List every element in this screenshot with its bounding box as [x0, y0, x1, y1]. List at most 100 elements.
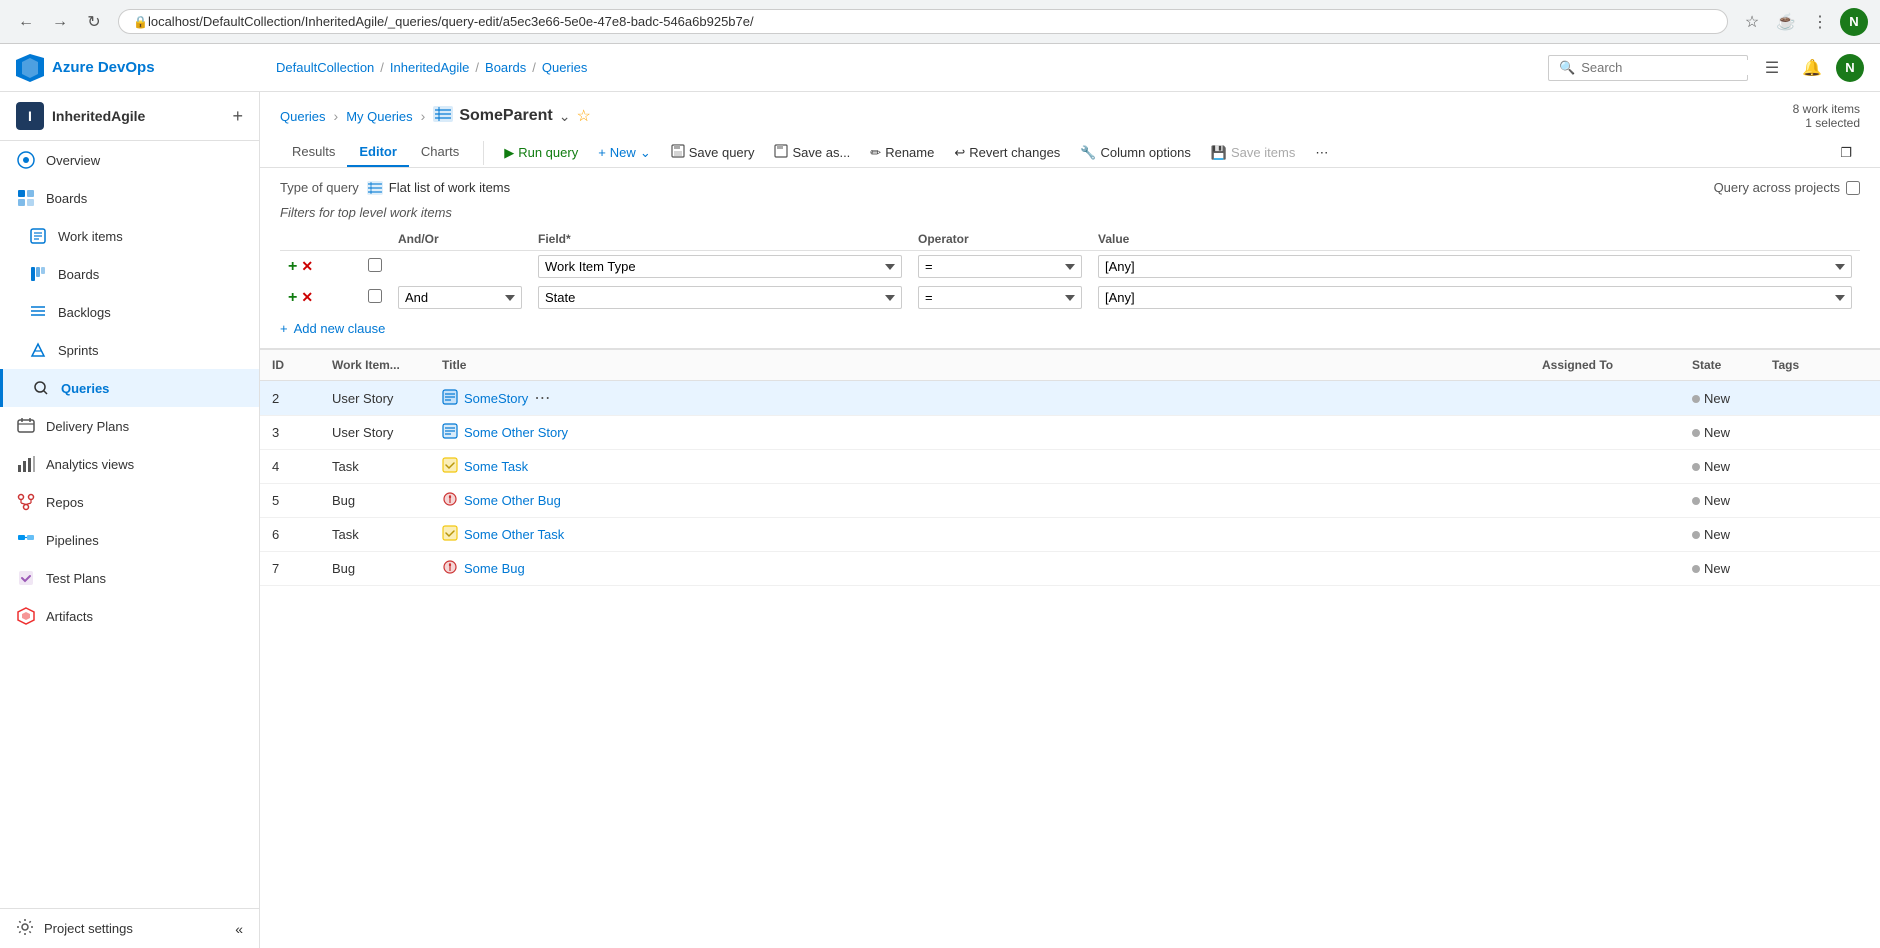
cell-state: New: [1680, 416, 1760, 450]
settings-icon: [16, 918, 34, 939]
table-row[interactable]: 7 Bug Some Bug N: [260, 552, 1880, 586]
wi-title-link[interactable]: Some Bug: [464, 561, 525, 576]
column-options-button[interactable]: 🔧 Column options: [1072, 141, 1199, 165]
table-row[interactable]: 3 User Story Some Other Story: [260, 416, 1880, 450]
sidebar-item-delivery-plans[interactable]: Delivery Plans: [0, 407, 259, 445]
sidebar-item-sprints[interactable]: Sprints: [0, 331, 259, 369]
sprints-icon: [28, 340, 48, 360]
project-initial: I: [28, 108, 32, 124]
sidebar-item-boards[interactable]: Boards: [0, 255, 259, 293]
filter-row1-checkbox[interactable]: [368, 258, 382, 272]
project-name[interactable]: I InheritedAgile: [16, 102, 145, 130]
filter-col-check-header: [360, 228, 390, 251]
filter-row1-field-select[interactable]: Work Item Type State Title Assigned To: [538, 255, 902, 278]
query-bc-queries[interactable]: Queries: [280, 109, 326, 124]
column-options-icon: 🔧: [1080, 145, 1096, 161]
bc-queries[interactable]: Queries: [542, 60, 588, 75]
filter-row2-add-button[interactable]: +: [288, 289, 297, 307]
table-row[interactable]: 5 Bug Some Other Bug: [260, 484, 1880, 518]
filter-row1-operator-select[interactable]: = != In: [918, 255, 1082, 278]
sidebar-item-repos[interactable]: Repos: [0, 483, 259, 521]
wi-task-icon: [442, 457, 458, 476]
sidebar-item-artifacts[interactable]: Artifacts: [0, 597, 259, 635]
bc-default-collection[interactable]: DefaultCollection: [276, 60, 374, 75]
address-bar[interactable]: 🔒 localhost/DefaultCollection/InheritedA…: [118, 9, 1728, 34]
sidebar-item-label-pipelines: Pipelines: [46, 533, 99, 548]
main-content: Queries › My Queries › SomeParent ⌄ ☆: [260, 92, 1880, 948]
sidebar-item-queries[interactable]: Queries: [0, 369, 259, 407]
sidebar-item-boards-section[interactable]: Boards: [0, 179, 259, 217]
tab-editor[interactable]: Editor: [347, 138, 409, 167]
query-header: Queries › My Queries › SomeParent ⌄ ☆: [260, 92, 1880, 168]
query-bc-my-queries[interactable]: My Queries: [346, 109, 412, 124]
settings-nav-button[interactable]: ☰: [1756, 52, 1788, 84]
save-query-button[interactable]: Save query: [663, 140, 763, 165]
query-title-dropdown-button[interactable]: ⌄: [559, 108, 571, 125]
query-across-checkbox[interactable]: [1846, 181, 1860, 195]
cell-title: Some Other Bug: [430, 484, 1530, 518]
top-breadcrumb: DefaultCollection / InheritedAgile / Boa…: [276, 60, 1548, 75]
back-button[interactable]: ←: [12, 8, 40, 36]
search-icon: 🔍: [1559, 60, 1575, 76]
filter-row1-field-cell: Work Item Type State Title Assigned To: [530, 251, 910, 283]
filter-row2-value-select[interactable]: [Any] New Active Closed: [1098, 286, 1852, 309]
row-ellipsis-button[interactable]: ⋯: [534, 388, 550, 408]
notifications-button[interactable]: 🔔: [1796, 52, 1828, 84]
wi-title-link[interactable]: SomeStory: [464, 391, 528, 406]
wi-title-link[interactable]: Some Other Story: [464, 425, 568, 440]
sidebar-item-work-items[interactable]: Work items: [0, 217, 259, 255]
forward-button[interactable]: →: [46, 8, 74, 36]
query-title-star-button[interactable]: ☆: [576, 106, 590, 126]
cell-assigned-to: [1530, 450, 1680, 484]
filter-row1-remove-button[interactable]: ✕: [301, 258, 313, 275]
wi-title-link[interactable]: Some Other Task: [464, 527, 564, 542]
more-actions-button[interactable]: ⋯: [1307, 141, 1336, 165]
rename-button[interactable]: ✏ Rename: [862, 141, 942, 165]
filter-row2-operator-select[interactable]: = != In: [918, 286, 1082, 309]
bookmark-button[interactable]: ☆: [1738, 8, 1766, 36]
wi-title-link[interactable]: Some Task: [464, 459, 528, 474]
bc-boards[interactable]: Boards: [485, 60, 526, 75]
add-project-button[interactable]: +: [232, 106, 243, 127]
user-avatar[interactable]: N: [1836, 54, 1864, 82]
expand-button[interactable]: ❐: [1832, 141, 1860, 165]
cell-title: Some Task: [430, 450, 1530, 484]
filter-row1-value-select[interactable]: [Any] User Story Task Bug: [1098, 255, 1852, 278]
save-items-button[interactable]: 💾 Save items: [1203, 141, 1304, 165]
wi-title-link[interactable]: Some Other Bug: [464, 493, 561, 508]
bc-inherited-agile[interactable]: InheritedAgile: [390, 60, 470, 75]
table-row[interactable]: 2 User Story SomeStory ⋯: [260, 381, 1880, 416]
sidebar-item-backlogs[interactable]: Backlogs: [0, 293, 259, 331]
browser-nav-controls[interactable]: ← → ↻: [12, 8, 108, 36]
sidebar-item-pipelines[interactable]: Pipelines: [0, 521, 259, 559]
results-header-row: ID Work Item... Title Assigned To State …: [260, 350, 1880, 381]
table-row[interactable]: 4 Task Some Task: [260, 450, 1880, 484]
table-row[interactable]: 6 Task Some Other Task: [260, 518, 1880, 552]
sidebar-item-test-plans[interactable]: Test Plans: [0, 559, 259, 597]
run-query-button[interactable]: ▶ Run query: [496, 141, 586, 165]
filter-row2-remove-button[interactable]: ✕: [301, 289, 313, 306]
revert-changes-button[interactable]: ↩ Revert changes: [946, 141, 1068, 165]
tab-charts[interactable]: Charts: [409, 138, 471, 167]
sidebar-item-project-settings[interactable]: Project settings «: [0, 909, 259, 948]
browser-menu-button[interactable]: ⋮: [1806, 8, 1834, 36]
search-box[interactable]: 🔍: [1548, 55, 1748, 81]
sidebar-item-overview[interactable]: Overview: [0, 141, 259, 179]
tab-results[interactable]: Results: [280, 138, 347, 167]
add-clause-button[interactable]: + Add new clause: [280, 321, 1860, 336]
sidebar-item-analytics-views[interactable]: Analytics views: [0, 445, 259, 483]
extensions-button[interactable]: ☕: [1772, 8, 1800, 36]
sidebar-collapse-icon[interactable]: «: [235, 921, 243, 937]
search-input[interactable]: [1581, 60, 1757, 75]
filter-row2-andor-select[interactable]: And Or: [398, 286, 522, 309]
cell-tags: [1760, 416, 1880, 450]
save-as-button[interactable]: Save as...: [766, 140, 858, 165]
delivery-plans-icon: [16, 416, 36, 436]
new-button[interactable]: + New ⌄: [590, 141, 659, 165]
app-logo[interactable]: Azure DevOps: [16, 54, 276, 82]
filter-row2-checkbox[interactable]: [368, 289, 382, 303]
cell-id: 2: [260, 381, 320, 416]
filter-row1-add-button[interactable]: +: [288, 258, 297, 276]
reload-button[interactable]: ↻: [80, 8, 108, 36]
filter-row2-field-select[interactable]: State Work Item Type Title Assigned To: [538, 286, 902, 309]
